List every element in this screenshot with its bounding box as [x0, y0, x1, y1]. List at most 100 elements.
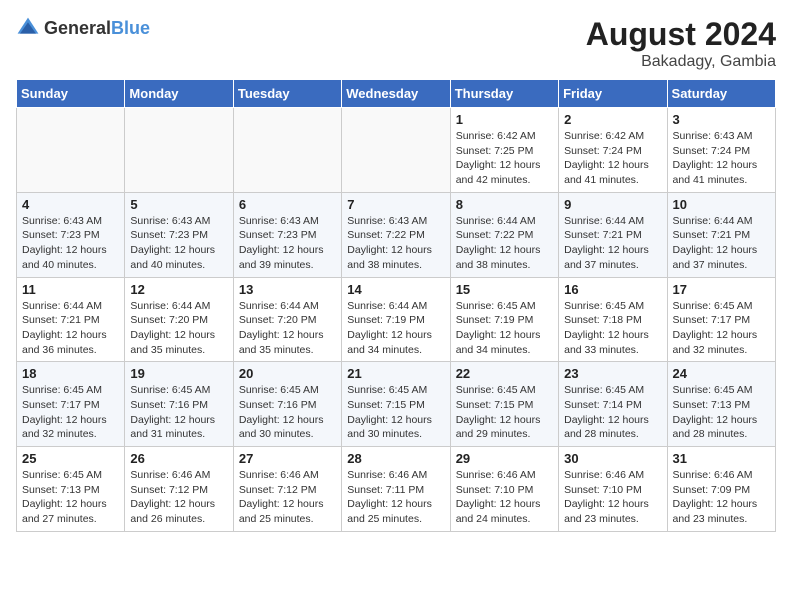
day-info: Sunrise: 6:46 AM Sunset: 7:12 PM Dayligh… — [239, 468, 336, 527]
day-info: Sunrise: 6:43 AM Sunset: 7:23 PM Dayligh… — [130, 214, 227, 273]
calendar-cell: 2Sunrise: 6:42 AM Sunset: 7:24 PM Daylig… — [559, 108, 667, 193]
day-number: 2 — [564, 112, 661, 127]
day-number: 6 — [239, 197, 336, 212]
calendar-cell: 3 Sunrise: 6:43 AM Sunset: 7:24 PM Daylig… — [667, 108, 775, 193]
calendar-cell: 31Sunrise: 6:46 AM Sunset: 7:09 PM Dayli… — [667, 447, 775, 532]
logo-general: General — [44, 18, 111, 38]
calendar-cell — [233, 108, 341, 193]
day-number: 4 — [22, 197, 119, 212]
weekday-header-sunday: Sunday — [17, 80, 125, 108]
logo-blue: Blue — [111, 18, 150, 38]
calendar-cell: 20 Sunrise: 6:45 AM Sunset: 7:16 PM Dayli… — [233, 362, 341, 447]
page-header: GeneralBlue August 2024 Bakadagy, Gambia — [16, 16, 776, 71]
calendar-cell: 7 Sunrise: 6:43 AM Sunset: 7:22 PM Daylig… — [342, 192, 450, 277]
weekday-header-friday: Friday — [559, 80, 667, 108]
day-info: Sunrise: 6:45 AM Sunset: 7:15 PM Dayligh… — [347, 383, 444, 442]
day-info: Sunrise: 6:46 AM Sunset: 7:10 PM Dayligh… — [456, 468, 553, 527]
day-number: 18 — [22, 366, 119, 381]
day-number: 28 — [347, 451, 444, 466]
calendar-cell: 4Sunrise: 6:43 AM Sunset: 7:23 PM Daylig… — [17, 192, 125, 277]
calendar-cell: 25 Sunrise: 6:45 AM Sunset: 7:13 PM Dayli… — [17, 447, 125, 532]
calendar-cell: 6 Sunrise: 6:43 AM Sunset: 7:23 PM Daylig… — [233, 192, 341, 277]
calendar-cell: 24Sunrise: 6:45 AM Sunset: 7:13 PM Dayli… — [667, 362, 775, 447]
logo: GeneralBlue — [16, 16, 150, 40]
calendar-week-1: 4 Sunrise: 6:43 AM Sunset: 7:23 PM Daylig… — [17, 192, 776, 277]
day-info: Sunrise: 6:44 AM Sunset: 7:21 PM Dayligh… — [673, 214, 770, 273]
location: Bakadagy, Gambia — [586, 53, 776, 71]
day-number: 26 — [130, 451, 227, 466]
day-info: Sunrise: 6:45 AM Sunset: 7:17 PM Dayligh… — [22, 383, 119, 442]
weekday-header-wednesday: Wednesday — [342, 80, 450, 108]
calendar-cell: 13 Sunrise: 6:44 AM Sunset: 7:20 PM Dayli… — [233, 277, 341, 362]
calendar-cell: 14 Sunrise: 6:44 AM Sunset: 7:19 PM Dayli… — [342, 277, 450, 362]
day-info: Sunrise: 6:45 AM Sunset: 7:13 PM Dayligh… — [22, 468, 119, 527]
calendar-week-2: 11 Sunrise: 6:44 AM Sunset: 7:21 PM Dayli… — [17, 277, 776, 362]
day-number: 16 — [564, 282, 661, 297]
day-number: 20 — [239, 366, 336, 381]
day-number: 29 — [456, 451, 553, 466]
calendar-cell: 27 Sunrise: 6:46 AM Sunset: 7:12 PM Dayli… — [233, 447, 341, 532]
day-number: 7 — [347, 197, 444, 212]
day-info: Sunrise: 6:45 AM Sunset: 7:16 PM Dayligh… — [130, 383, 227, 442]
day-number: 14 — [347, 282, 444, 297]
calendar-cell: 21 Sunrise: 6:45 AM Sunset: 7:15 PM Dayli… — [342, 362, 450, 447]
day-info: Sunrise: 6:46 AM Sunset: 7:12 PM Dayligh… — [130, 468, 227, 527]
calendar-week-4: 25 Sunrise: 6:45 AM Sunset: 7:13 PM Dayli… — [17, 447, 776, 532]
calendar-cell: 5 Sunrise: 6:43 AM Sunset: 7:23 PM Daylig… — [125, 192, 233, 277]
day-number: 13 — [239, 282, 336, 297]
day-number: 1 — [456, 112, 553, 127]
calendar-cell — [342, 108, 450, 193]
day-info: Sunrise: 6:45 AM Sunset: 7:15 PM Dayligh… — [456, 383, 553, 442]
calendar-cell: 8Sunrise: 6:44 AM Sunset: 7:22 PM Daylig… — [450, 192, 558, 277]
day-info: Sunrise: 6:45 AM Sunset: 7:19 PM Dayligh… — [456, 299, 553, 358]
day-info: Sunrise: 6:43 AM Sunset: 7:23 PM Dayligh… — [239, 214, 336, 273]
day-number: 12 — [130, 282, 227, 297]
calendar-week-3: 18 Sunrise: 6:45 AM Sunset: 7:17 PM Dayli… — [17, 362, 776, 447]
day-info: Sunrise: 6:42 AM Sunset: 7:25 PM Dayligh… — [456, 129, 553, 188]
day-info: Sunrise: 6:44 AM Sunset: 7:22 PM Dayligh… — [456, 214, 553, 273]
calendar-table: SundayMondayTuesdayWednesdayThursdayFrid… — [16, 79, 776, 532]
calendar-cell: 16 Sunrise: 6:45 AM Sunset: 7:18 PM Dayli… — [559, 277, 667, 362]
day-info: Sunrise: 6:44 AM Sunset: 7:21 PM Dayligh… — [564, 214, 661, 273]
calendar-cell: 18 Sunrise: 6:45 AM Sunset: 7:17 PM Dayli… — [17, 362, 125, 447]
day-info: Sunrise: 6:43 AM Sunset: 7:22 PM Dayligh… — [347, 214, 444, 273]
day-info: Sunrise: 6:44 AM Sunset: 7:20 PM Dayligh… — [239, 299, 336, 358]
title-block: August 2024 Bakadagy, Gambia — [586, 16, 776, 71]
day-info: Sunrise: 6:43 AM Sunset: 7:24 PM Dayligh… — [673, 129, 770, 188]
day-number: 11 — [22, 282, 119, 297]
weekday-header-saturday: Saturday — [667, 80, 775, 108]
day-info: Sunrise: 6:46 AM Sunset: 7:11 PM Dayligh… — [347, 468, 444, 527]
day-number: 19 — [130, 366, 227, 381]
weekday-header-row: SundayMondayTuesdayWednesdayThursdayFrid… — [17, 80, 776, 108]
calendar-cell: 30 Sunrise: 6:46 AM Sunset: 7:10 PM Dayli… — [559, 447, 667, 532]
calendar-cell: 10 Sunrise: 6:44 AM Sunset: 7:21 PM Dayli… — [667, 192, 775, 277]
day-info: Sunrise: 6:45 AM Sunset: 7:17 PM Dayligh… — [673, 299, 770, 358]
day-number: 27 — [239, 451, 336, 466]
calendar-cell: 19 Sunrise: 6:45 AM Sunset: 7:16 PM Dayli… — [125, 362, 233, 447]
day-number: 31 — [673, 451, 770, 466]
day-number: 5 — [130, 197, 227, 212]
calendar-cell: 15Sunrise: 6:45 AM Sunset: 7:19 PM Dayli… — [450, 277, 558, 362]
day-info: Sunrise: 6:44 AM Sunset: 7:19 PM Dayligh… — [347, 299, 444, 358]
day-info: Sunrise: 6:45 AM Sunset: 7:18 PM Dayligh… — [564, 299, 661, 358]
day-info: Sunrise: 6:44 AM Sunset: 7:20 PM Dayligh… — [130, 299, 227, 358]
day-info: Sunrise: 6:46 AM Sunset: 7:10 PM Dayligh… — [564, 468, 661, 527]
calendar-cell: 29 Sunrise: 6:46 AM Sunset: 7:10 PM Dayli… — [450, 447, 558, 532]
day-number: 21 — [347, 366, 444, 381]
day-number: 30 — [564, 451, 661, 466]
calendar-cell — [17, 108, 125, 193]
day-info: Sunrise: 6:45 AM Sunset: 7:16 PM Dayligh… — [239, 383, 336, 442]
calendar-cell: 1 Sunrise: 6:42 AM Sunset: 7:25 PM Daylig… — [450, 108, 558, 193]
day-number: 23 — [564, 366, 661, 381]
calendar-cell: 9Sunrise: 6:44 AM Sunset: 7:21 PM Daylig… — [559, 192, 667, 277]
day-info: Sunrise: 6:44 AM Sunset: 7:21 PM Dayligh… — [22, 299, 119, 358]
day-number: 24 — [673, 366, 770, 381]
calendar-cell: 11 Sunrise: 6:44 AM Sunset: 7:21 PM Dayli… — [17, 277, 125, 362]
calendar-cell: 17Sunrise: 6:45 AM Sunset: 7:17 PM Dayli… — [667, 277, 775, 362]
day-number: 25 — [22, 451, 119, 466]
day-number: 22 — [456, 366, 553, 381]
day-number: 10 — [673, 197, 770, 212]
day-number: 3 — [673, 112, 770, 127]
weekday-header-thursday: Thursday — [450, 80, 558, 108]
weekday-header-monday: Monday — [125, 80, 233, 108]
